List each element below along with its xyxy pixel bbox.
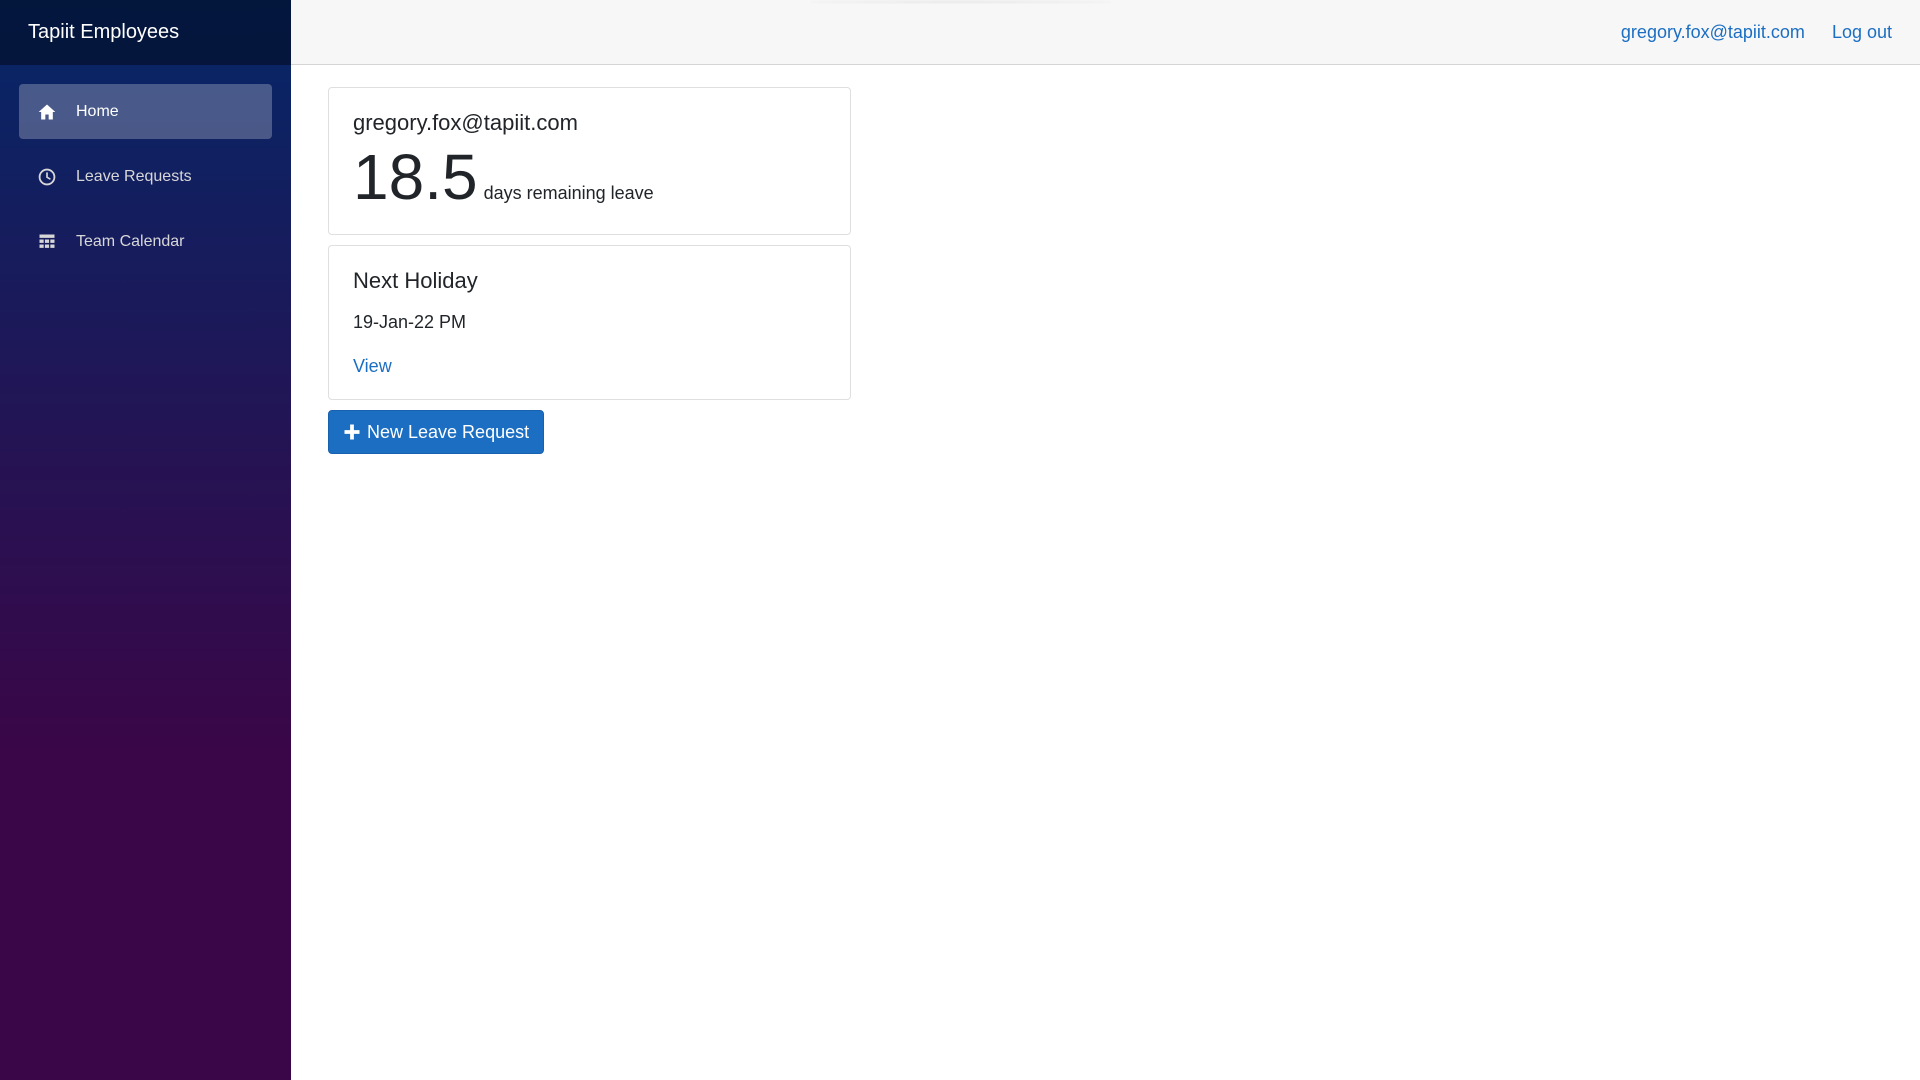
leave-days-label: days remaining leave: [483, 183, 654, 203]
sidebar-item-team-calendar[interactable]: Team Calendar: [19, 214, 272, 269]
sidebar-nav: Home Leave Requests Team Calendar: [0, 65, 291, 269]
sidebar-item-label: Home: [76, 102, 119, 120]
next-holiday-date: 19-Jan-22 PM: [353, 312, 467, 333]
content: gregory.fox@tapiit.com 18.5 days remaini…: [291, 65, 1920, 476]
plus-icon: [343, 423, 361, 441]
sidebar-item-label: Leave Requests: [76, 167, 192, 185]
logout-link[interactable]: Log out: [1832, 22, 1892, 43]
sidebar-item-leave-requests[interactable]: Leave Requests: [19, 149, 272, 204]
app-root: Tapiit Employees Home Leave Requests Tea…: [0, 0, 1920, 1080]
new-leave-request-label: New Leave Request: [367, 421, 530, 442]
leave-balance-row: 18.5 days remaining leave: [353, 141, 826, 213]
clock-icon: [36, 166, 58, 188]
brand-title[interactable]: Tapiit Employees: [28, 21, 179, 44]
card-user-email: gregory.fox@tapiit.com: [353, 110, 578, 135]
sidebar: Tapiit Employees Home Leave Requests Tea…: [0, 0, 291, 1080]
sidebar-item-label: Team Calendar: [76, 232, 185, 250]
new-leave-request-button[interactable]: New Leave Request: [328, 410, 545, 455]
brand-bar: Tapiit Employees: [0, 0, 291, 65]
sidebar-item-home[interactable]: Home: [19, 84, 272, 139]
home-icon: [36, 101, 58, 123]
leave-balance-card: gregory.fox@tapiit.com 18.5 days remaini…: [328, 87, 851, 236]
top-bar: gregory.fox@tapiit.com Log out: [291, 0, 1920, 65]
leave-days-value: 18.5: [353, 141, 478, 213]
calendar-icon: [36, 231, 58, 253]
next-holiday-title: Next Holiday: [353, 268, 478, 294]
next-holiday-card: Next Holiday 19-Jan-22 PM View: [328, 245, 851, 401]
user-email-link[interactable]: gregory.fox@tapiit.com: [1621, 22, 1805, 43]
main-area: gregory.fox@tapiit.com Log out gregory.f…: [291, 0, 1920, 1080]
view-holiday-link[interactable]: View: [353, 356, 392, 376]
